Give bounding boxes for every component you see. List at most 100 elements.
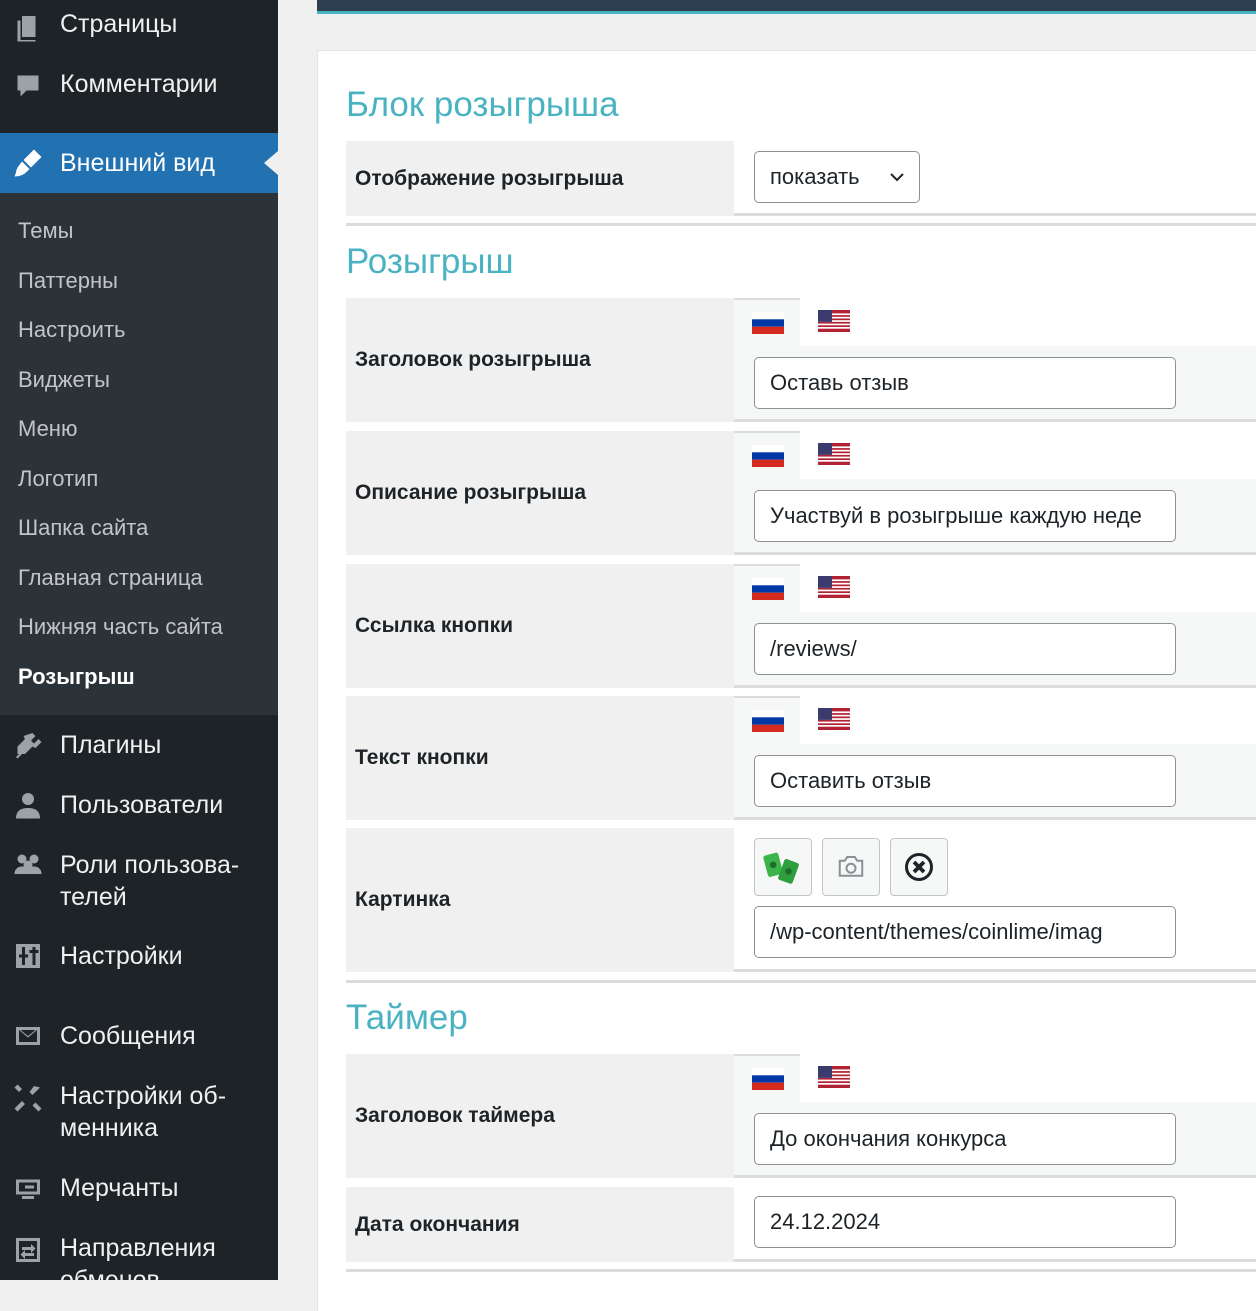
- timer-title-input[interactable]: До окончания конкурса: [754, 1113, 1176, 1165]
- language-tabs: [734, 298, 1256, 346]
- giveaway-title-input[interactable]: Оставь отзыв: [754, 357, 1176, 409]
- menu-item-comments[interactable]: Комментарии: [0, 68, 278, 108]
- menu-item-plugins[interactable]: Плагины: [0, 729, 278, 769]
- section-title-block: Блок розыгрыша: [346, 85, 619, 124]
- appearance-brush-icon: [12, 147, 44, 179]
- display-select[interactable]: показать: [754, 151, 920, 203]
- submenu-item-customize[interactable]: Настроить: [18, 316, 126, 344]
- menu-label: Мерчанты: [60, 1174, 179, 1202]
- option-label: Ссылка кнопки: [355, 614, 513, 637]
- menu-item-exchange-directions[interactable]: Направления обменов: [0, 1232, 278, 1280]
- option-field-cell: 24.12.2024: [734, 1187, 1256, 1262]
- lang-tab-en[interactable]: [800, 564, 866, 612]
- section-title-giveaway: Розыгрыш: [346, 242, 514, 281]
- usa-flag-icon: [818, 310, 850, 332]
- submenu-item-header[interactable]: Шапка сайта: [18, 514, 148, 542]
- russia-flag-icon: [752, 1068, 784, 1090]
- lang-tab-ru[interactable]: [734, 431, 800, 479]
- usa-flag-icon: [818, 1066, 850, 1088]
- option-label-cell: Ссылка кнопки: [346, 564, 734, 688]
- option-label: Заголовок таймера: [355, 1104, 555, 1127]
- section-divider: [346, 223, 1256, 226]
- lang-tab-en[interactable]: [800, 696, 866, 744]
- button-text-input[interactable]: Оставить отзыв: [754, 755, 1176, 807]
- russia-flag-icon: [752, 312, 784, 334]
- option-row-end-date: Дата окончания 24.12.2024: [346, 1187, 1256, 1262]
- option-label: Заголовок розыгрыша: [355, 348, 591, 371]
- lang-tab-ru[interactable]: [734, 298, 800, 346]
- menu-item-user-roles[interactable]: Роли пользова- телей: [0, 849, 278, 913]
- option-row-image: Картинка /wp-content/themes/coinlime/ima…: [346, 828, 1256, 972]
- lang-tab-en[interactable]: [800, 431, 866, 479]
- users-icon: [12, 789, 44, 821]
- option-label: Описание розыгрыша: [355, 481, 587, 504]
- submenu-item-footer[interactable]: Нижняя часть сайта: [18, 613, 223, 641]
- option-field-cell: Участвуй в розыгрыше каждую неде: [734, 431, 1256, 555]
- chevron-down-icon: [890, 173, 904, 182]
- option-label: Отображение розыгрыша: [355, 166, 624, 190]
- submenu-item-widgets[interactable]: Виджеты: [18, 366, 110, 394]
- remove-image-button[interactable]: [890, 838, 948, 896]
- option-row-giveaway-description: Описание розыгрыша Участвуй в розыгрыше …: [346, 431, 1256, 555]
- image-path-input[interactable]: /wp-content/themes/coinlime/imag: [754, 906, 1176, 958]
- submenu-item-giveaway[interactable]: Розыгрыш: [18, 663, 135, 691]
- menu-label-line2: менника: [60, 1114, 159, 1142]
- lang-tab-en[interactable]: [800, 1054, 866, 1102]
- language-tabs: [734, 431, 1256, 479]
- menu-label: Настройки: [60, 942, 183, 970]
- option-label-cell: Текст кнопки: [346, 696, 734, 820]
- lang-tab-ru[interactable]: [734, 1054, 800, 1102]
- submenu-item-homepage[interactable]: Главная страница: [18, 564, 203, 592]
- russia-flag-icon: [752, 578, 784, 600]
- pages-icon: [12, 12, 44, 44]
- select-value: показать: [770, 164, 860, 189]
- submenu-item-menus[interactable]: Меню: [18, 415, 77, 443]
- user-roles-icon: [12, 849, 44, 881]
- menu-label-line1: Направления: [60, 1234, 216, 1262]
- close-circle-icon: [905, 853, 933, 881]
- lang-tab-ru[interactable]: [734, 696, 800, 744]
- option-field-cell: показать: [734, 141, 1256, 216]
- menu-item-messages[interactable]: Сообщения: [0, 1020, 278, 1060]
- end-date-input[interactable]: 24.12.2024: [754, 1196, 1176, 1248]
- plugins-icon: [12, 729, 44, 761]
- menu-item-exchange-settings[interactable]: Настройки об- менника: [0, 1080, 278, 1144]
- comments-icon: [12, 70, 44, 102]
- option-field-cell: /reviews/: [734, 564, 1256, 688]
- settings-sliders-icon: [12, 940, 44, 972]
- lang-tab-ru[interactable]: [734, 564, 800, 612]
- giveaway-description-input[interactable]: Участвуй в розыгрыше каждую неде: [754, 490, 1176, 542]
- language-tabs: [734, 1054, 1256, 1102]
- appearance-submenu: Темы Паттерны Настроить Виджеты Меню Лог…: [0, 193, 278, 715]
- option-label-cell: Заголовок розыгрыша: [346, 298, 734, 422]
- section-divider: [346, 980, 1256, 983]
- menu-item-appearance[interactable]: Внешний вид: [0, 133, 278, 193]
- lang-tab-en[interactable]: [800, 298, 866, 346]
- submenu-item-patterns[interactable]: Паттерны: [18, 267, 118, 295]
- option-row-button-text: Текст кнопки Оставить отзыв: [346, 696, 1256, 820]
- russia-flag-icon: [752, 710, 784, 732]
- option-label-cell: Заголовок таймера: [346, 1054, 734, 1178]
- button-link-input[interactable]: /reviews/: [754, 623, 1176, 675]
- options-header-bar: [317, 0, 1256, 14]
- menu-item-settings[interactable]: Настройки: [0, 940, 278, 980]
- submenu-item-logo[interactable]: Логотип: [18, 465, 98, 493]
- menu-label: Внешний вид: [60, 149, 215, 177]
- submenu-item-themes[interactable]: Темы: [18, 217, 73, 245]
- menu-item-merchants[interactable]: Мерчанты: [0, 1172, 278, 1212]
- menu-label: Плагины: [60, 731, 162, 759]
- image-preview[interactable]: [754, 838, 812, 896]
- upload-image-button[interactable]: [822, 838, 880, 896]
- option-field-cell: /wp-content/themes/coinlime/imag: [734, 828, 1256, 972]
- menu-item-users[interactable]: Пользователи: [0, 789, 278, 829]
- menu-label-line2: обменов: [60, 1266, 160, 1280]
- language-tabs: [734, 696, 1256, 744]
- option-label: Текст кнопки: [355, 746, 489, 769]
- usa-flag-icon: [818, 443, 850, 465]
- merchants-icon: [12, 1174, 44, 1206]
- menu-item-pages[interactable]: Страницы: [0, 8, 278, 48]
- option-label: Картинка: [355, 888, 451, 911]
- menu-label-line2: телей: [60, 883, 127, 911]
- options-panel: Блок розыгрыша Отображение розыгрыша пок…: [317, 50, 1256, 1311]
- option-field-cell: Оставить отзыв: [734, 696, 1256, 820]
